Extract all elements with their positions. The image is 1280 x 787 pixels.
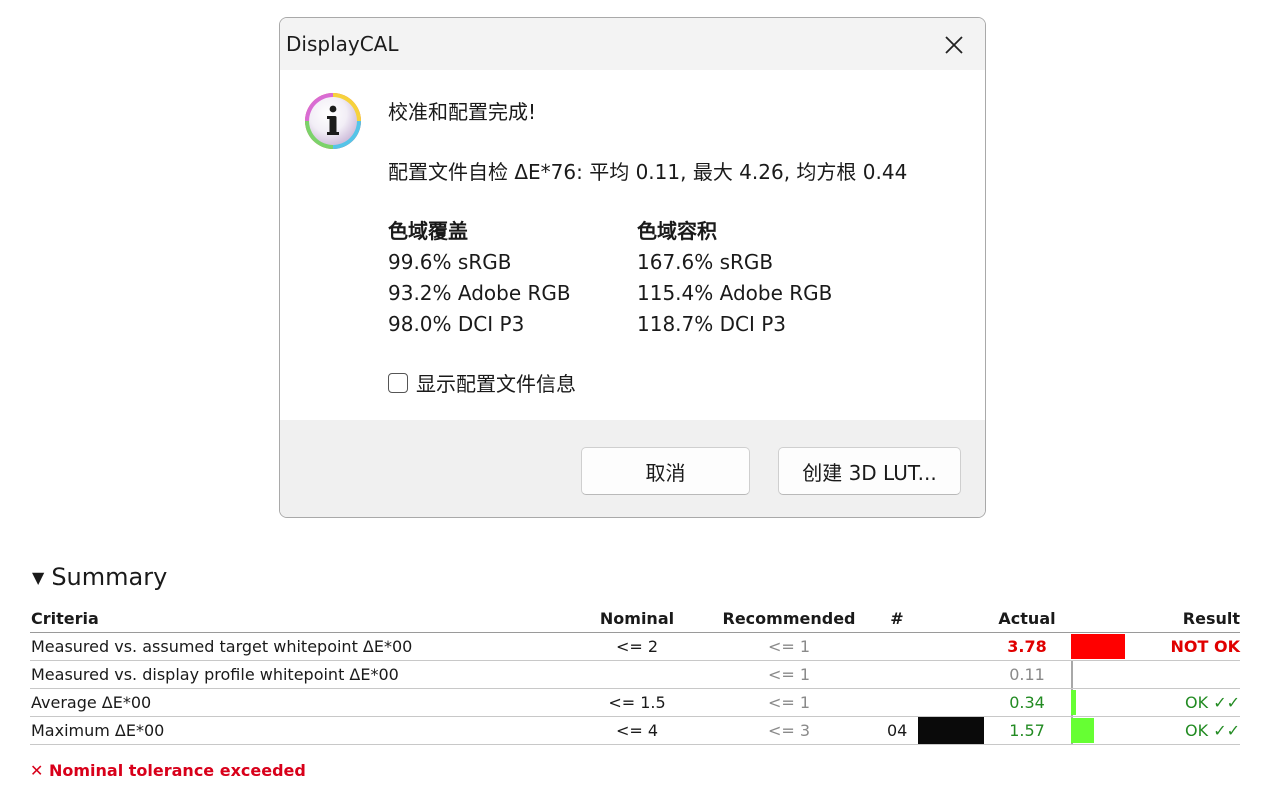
table-row: Maximum ΔE*00 <= 4 <= 3 04 1.57 OK ✓✓ [30, 717, 1240, 745]
patch-number-cell: 04 [887, 721, 908, 740]
deviation-bar-fill [1071, 634, 1125, 659]
summary-title: Summary [51, 563, 168, 591]
table-row: Average ΔE*00 <= 1.5 <= 1 0.34 OK ✓✓ [30, 689, 1240, 717]
column-nominal: Nominal [599, 609, 675, 628]
recommended-cell: <= 1 [767, 693, 811, 712]
close-icon [945, 36, 963, 54]
dialog-title: DisplayCAL [286, 32, 399, 56]
deviation-bar [1071, 689, 1131, 716]
column-criteria: Criteria [31, 609, 99, 628]
dialog-titlebar: DisplayCAL [280, 18, 985, 70]
completion-dialog: DisplayCAL 校准和配置完成! 配置文件自检 ΔE*76: 平均 0.1… [279, 17, 986, 518]
column-actual: Actual [998, 609, 1056, 628]
deviation-bar [1071, 717, 1131, 744]
tolerance-warning: ✕ Nominal tolerance exceeded [30, 761, 306, 780]
column-number: # [890, 609, 904, 628]
deviation-bar-baseline [1071, 661, 1073, 688]
actual-cell: 1.57 [1009, 721, 1045, 740]
coverage-dci-p3: 98.0% DCI P3 [388, 312, 525, 336]
page: DisplayCAL 校准和配置完成! 配置文件自检 ΔE*76: 平均 0.1… [0, 0, 1280, 787]
profile-selfcheck-text: 配置文件自检 ΔE*76: 平均 0.11, 最大 4.26, 均方根 0.44 [388, 160, 908, 184]
criteria-cell: Measured vs. assumed target whitepoint Δ… [31, 637, 413, 656]
close-button[interactable] [937, 28, 971, 62]
summary-toggle[interactable]: ▼ Summary [32, 563, 167, 591]
table-row: Measured vs. assumed target whitepoint Δ… [30, 633, 1240, 661]
column-recommended: Recommended [722, 609, 856, 628]
completion-headline: 校准和配置完成! [388, 100, 537, 124]
gamut-coverage-heading: 色域覆盖 [388, 219, 468, 243]
deviation-bar [1071, 633, 1131, 660]
dialog-content: 校准和配置完成! 配置文件自检 ΔE*76: 平均 0.11, 最大 4.26,… [280, 70, 985, 420]
volume-srgb: 167.6% sRGB [637, 250, 774, 274]
recommended-cell: <= 3 [767, 721, 811, 740]
info-icon [305, 93, 361, 149]
result-cell: OK ✓✓ [1185, 693, 1240, 712]
patch-color-swatch [918, 717, 984, 744]
criteria-cell: Average ΔE*00 [31, 693, 152, 712]
dialog-footer: 取消 创建 3D LUT... [280, 420, 985, 517]
result-cell: NOT OK [1170, 637, 1240, 656]
actual-cell: 3.78 [1007, 637, 1047, 656]
volume-adobe-rgb: 115.4% Adobe RGB [637, 281, 833, 305]
summary-table: Criteria Nominal Recommended # Actual Re… [30, 607, 1240, 745]
gamut-coverage-column: 色域覆盖 99.6% sRGB 93.2% Adobe RGB 98.0% DC… [388, 216, 571, 340]
deviation-bar-fill [1071, 718, 1094, 743]
coverage-srgb: 99.6% sRGB [388, 250, 512, 274]
coverage-adobe-rgb: 93.2% Adobe RGB [388, 281, 571, 305]
nominal-cell: <= 4 [615, 721, 659, 740]
create-3d-lut-button[interactable]: 创建 3D LUT... [778, 447, 961, 495]
column-result: Result [1182, 609, 1240, 628]
cancel-button[interactable]: 取消 [581, 447, 750, 495]
deviation-bar-fill [1071, 690, 1076, 715]
result-cell: OK ✓✓ [1185, 721, 1240, 740]
summary-table-header: Criteria Nominal Recommended # Actual Re… [30, 607, 1240, 633]
recommended-cell: <= 1 [767, 637, 811, 656]
actual-cell: 0.11 [1009, 665, 1045, 684]
actual-cell: 0.34 [1009, 693, 1045, 712]
recommended-cell: <= 1 [767, 665, 811, 684]
triangle-down-icon: ▼ [32, 567, 45, 587]
show-profile-info-checkbox[interactable] [388, 372, 408, 393]
nominal-cell: <= 2 [615, 637, 659, 656]
table-row: Measured vs. display profile whitepoint … [30, 661, 1240, 689]
gamut-volume-column: 色域容积 167.6% sRGB 115.4% Adobe RGB 118.7%… [637, 216, 832, 340]
show-profile-info-option[interactable]: 显示配置文件信息 [388, 368, 576, 397]
gamut-volume-heading: 色域容积 [637, 219, 717, 243]
criteria-cell: Measured vs. display profile whitepoint … [31, 665, 399, 684]
criteria-cell: Maximum ΔE*00 [31, 721, 165, 740]
show-profile-info-label: 显示配置文件信息 [416, 372, 576, 396]
nominal-cell: <= 1.5 [608, 693, 666, 712]
volume-dci-p3: 118.7% DCI P3 [637, 312, 787, 336]
deviation-bar [1071, 661, 1131, 688]
